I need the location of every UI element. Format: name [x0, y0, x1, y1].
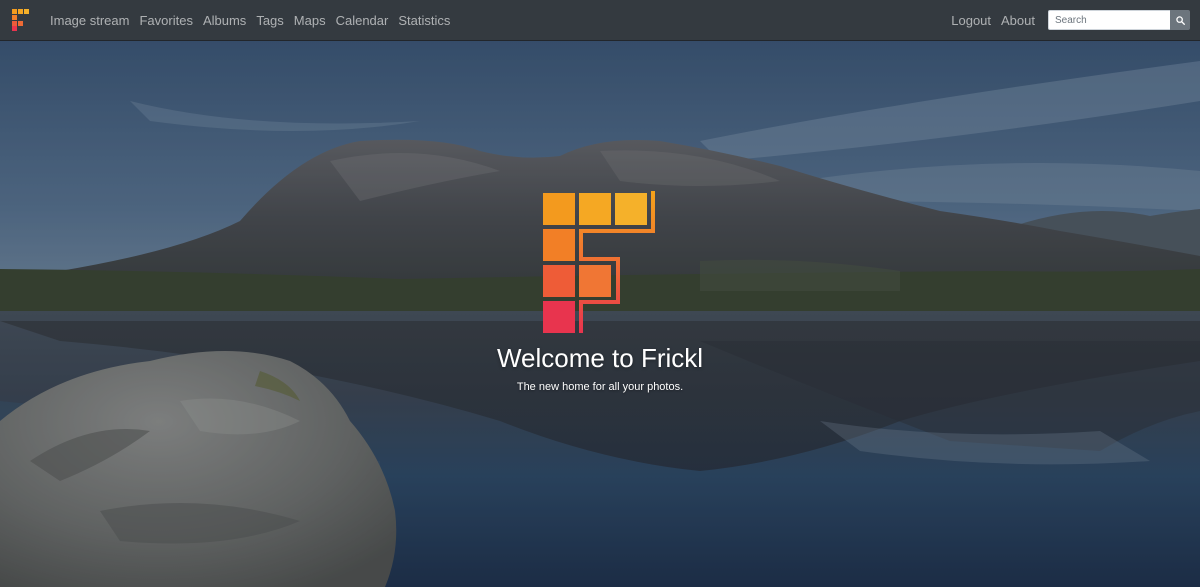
hero-subtitle: The new home for all your photos.	[516, 381, 684, 393]
hero-title: Welcome to Frickl	[496, 343, 704, 373]
frickl-logo-icon	[543, 191, 655, 333]
nav-right: Logout About	[949, 0, 1190, 40]
nav-item-favorites[interactable]: Favorites	[134, 0, 197, 41]
nav-item-tags[interactable]: Tags	[251, 0, 288, 41]
frickl-brand-logo-icon[interactable]	[12, 9, 32, 31]
nav-item-albums[interactable]: Albums	[198, 0, 251, 41]
nav-item-about[interactable]: About	[996, 0, 1040, 41]
search-button[interactable]	[1170, 10, 1190, 30]
hero-banner: Welcome to Frickl The new home for all y…	[0, 41, 1200, 587]
top-navbar: Image stream Favorites Albums Tags Maps …	[0, 0, 1200, 41]
nav-item-logout[interactable]: Logout	[949, 0, 996, 41]
nav-item-image-stream[interactable]: Image stream	[48, 0, 134, 41]
search-icon	[1175, 15, 1185, 25]
nav-item-statistics[interactable]: Statistics	[393, 0, 455, 41]
hero-content: Welcome to Frickl The new home for all y…	[0, 41, 1200, 587]
nav-item-calendar[interactable]: Calendar	[331, 0, 394, 41]
search-form	[1048, 10, 1190, 30]
nav-item-maps[interactable]: Maps	[289, 0, 331, 41]
nav-links: Image stream Favorites Albums Tags Maps …	[48, 0, 455, 40]
search-input[interactable]	[1048, 10, 1170, 30]
